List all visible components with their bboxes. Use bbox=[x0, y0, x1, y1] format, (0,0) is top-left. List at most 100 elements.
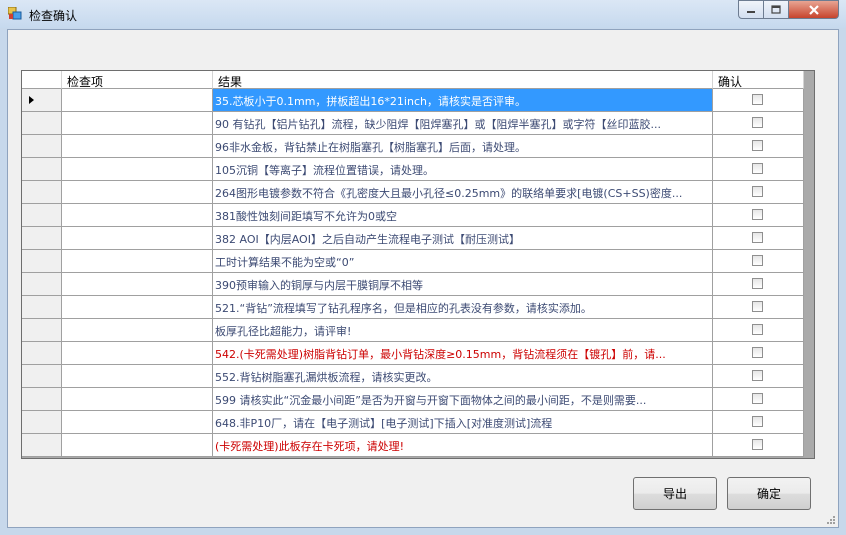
check-item-cell[interactable] bbox=[62, 227, 213, 250]
table-row[interactable]: 264图形电镀参数不符合《孔密度大且最小孔径≤0.25mm》的联络单要求[电镀(… bbox=[22, 181, 804, 204]
confirm-checkbox[interactable] bbox=[752, 416, 763, 427]
table-row[interactable]: 90 有钻孔【铝片钻孔】流程，缺少阻焊【阻焊塞孔】或【阻焊半塞孔】或字符【丝印蓝… bbox=[22, 112, 804, 135]
confirm-cell[interactable] bbox=[713, 388, 804, 411]
result-cell[interactable]: 390预审输入的铜厚与内层干膜铜厚不相等 bbox=[213, 273, 713, 296]
row-header[interactable] bbox=[22, 158, 62, 181]
confirm-cell[interactable] bbox=[713, 204, 804, 227]
confirm-checkbox[interactable] bbox=[752, 393, 763, 404]
confirm-cell[interactable] bbox=[713, 250, 804, 273]
row-header[interactable] bbox=[22, 434, 62, 457]
row-header[interactable] bbox=[22, 365, 62, 388]
table-row[interactable]: (卡死需处理)此板存在卡死项，请处理! bbox=[22, 434, 804, 457]
result-cell[interactable]: 96非水金板，背钻禁止在树脂塞孔【树脂塞孔】后面，请处理。 bbox=[213, 135, 713, 158]
column-header-confirm[interactable]: 确认 bbox=[713, 71, 804, 89]
result-cell[interactable]: 381酸性蚀刻间距填写不允许为0或空 bbox=[213, 204, 713, 227]
confirm-cell[interactable] bbox=[713, 227, 804, 250]
row-header[interactable] bbox=[22, 227, 62, 250]
check-item-cell[interactable] bbox=[62, 181, 213, 204]
confirm-cell[interactable] bbox=[713, 158, 804, 181]
confirm-checkbox[interactable] bbox=[752, 117, 763, 128]
result-cell[interactable]: 521.“背钻”流程填写了钻孔程序名，但是相应的孔表没有参数，请核实添加。 bbox=[213, 296, 713, 319]
check-item-cell[interactable] bbox=[62, 411, 213, 434]
confirm-checkbox[interactable] bbox=[752, 301, 763, 312]
title-bar[interactable]: 检查确认 bbox=[0, 0, 846, 28]
confirm-cell[interactable] bbox=[713, 112, 804, 135]
check-item-cell[interactable] bbox=[62, 319, 213, 342]
confirm-checkbox[interactable] bbox=[752, 255, 763, 266]
table-row[interactable]: 390预审输入的铜厚与内层干膜铜厚不相等 bbox=[22, 273, 804, 296]
check-item-cell[interactable] bbox=[62, 365, 213, 388]
result-cell[interactable]: 90 有钻孔【铝片钻孔】流程，缺少阻焊【阻焊塞孔】或【阻焊半塞孔】或字符【丝印蓝… bbox=[213, 112, 713, 135]
check-item-cell[interactable] bbox=[62, 342, 213, 365]
result-cell[interactable]: (卡死需处理)此板存在卡死项，请处理! bbox=[213, 434, 713, 457]
confirm-cell[interactable] bbox=[713, 365, 804, 388]
result-cell[interactable]: 35.芯板小于0.1mm，拼板超出16*21inch，请核实是否评审。 bbox=[213, 89, 713, 112]
row-header[interactable] bbox=[22, 112, 62, 135]
maximize-button[interactable] bbox=[763, 0, 789, 19]
check-item-cell[interactable] bbox=[62, 204, 213, 227]
confirm-checkbox[interactable] bbox=[752, 370, 763, 381]
table-row[interactable]: 648.非P10厂，请在【电子测试】[电子测试]下插入[对准度测试]流程 bbox=[22, 411, 804, 434]
row-header[interactable] bbox=[22, 342, 62, 365]
table-row[interactable]: 552.背钻树脂塞孔漏烘板流程，请核实更改。 bbox=[22, 365, 804, 388]
confirm-cell[interactable] bbox=[713, 319, 804, 342]
check-results-grid[interactable]: 检查项 结果 确认 35.芯板小于0.1mm，拼板超出16*21inch，请核实… bbox=[21, 70, 815, 459]
resize-grip-icon[interactable] bbox=[826, 515, 836, 525]
result-cell[interactable]: 599 请核实此“沉金最小间距”是否为开窗与开窗下面物体之间的最小间距，不是则需… bbox=[213, 388, 713, 411]
row-header[interactable] bbox=[22, 388, 62, 411]
minimize-button[interactable] bbox=[738, 0, 764, 19]
row-header[interactable] bbox=[22, 273, 62, 296]
check-item-cell[interactable] bbox=[62, 296, 213, 319]
confirm-checkbox[interactable] bbox=[752, 94, 763, 105]
result-cell[interactable]: 105沉铜【等离子】流程位置错误，请处理。 bbox=[213, 158, 713, 181]
table-row[interactable]: 381酸性蚀刻间距填写不允许为0或空 bbox=[22, 204, 804, 227]
confirm-checkbox[interactable] bbox=[752, 232, 763, 243]
confirm-cell[interactable] bbox=[713, 89, 804, 112]
column-header-result[interactable]: 结果 bbox=[213, 71, 713, 89]
row-header[interactable] bbox=[22, 181, 62, 204]
check-item-cell[interactable] bbox=[62, 89, 213, 112]
row-header[interactable] bbox=[22, 411, 62, 434]
row-header[interactable] bbox=[22, 135, 62, 158]
table-row[interactable]: 96非水金板，背钻禁止在树脂塞孔【树脂塞孔】后面，请处理。 bbox=[22, 135, 804, 158]
confirm-cell[interactable] bbox=[713, 181, 804, 204]
check-item-cell[interactable] bbox=[62, 135, 213, 158]
result-cell[interactable]: 382 AOI【内层AOI】之后自动产生流程电子测试【耐压测试】 bbox=[213, 227, 713, 250]
confirm-cell[interactable] bbox=[713, 273, 804, 296]
table-row[interactable]: 542.(卡死需处理)树脂背钻订单，最小背钻深度≥0.15mm，背钻流程须在【镀… bbox=[22, 342, 804, 365]
result-cell[interactable]: 648.非P10厂，请在【电子测试】[电子测试]下插入[对准度测试]流程 bbox=[213, 411, 713, 434]
column-header-check-item[interactable]: 检查项 bbox=[62, 71, 213, 89]
confirm-cell[interactable] bbox=[713, 135, 804, 158]
confirm-checkbox[interactable] bbox=[752, 439, 763, 450]
result-cell[interactable]: 264图形电镀参数不符合《孔密度大且最小孔径≤0.25mm》的联络单要求[电镀(… bbox=[213, 181, 713, 204]
result-cell[interactable]: 工时计算结果不能为空或“0” bbox=[213, 250, 713, 273]
check-item-cell[interactable] bbox=[62, 388, 213, 411]
confirm-checkbox[interactable] bbox=[752, 186, 763, 197]
confirm-checkbox[interactable] bbox=[752, 163, 763, 174]
row-header[interactable] bbox=[22, 89, 62, 112]
result-cell[interactable]: 542.(卡死需处理)树脂背钻订单，最小背钻深度≥0.15mm，背钻流程须在【镀… bbox=[213, 342, 713, 365]
close-button[interactable] bbox=[788, 0, 839, 19]
confirm-checkbox[interactable] bbox=[752, 209, 763, 220]
check-item-cell[interactable] bbox=[62, 273, 213, 296]
table-row[interactable]: 382 AOI【内层AOI】之后自动产生流程电子测试【耐压测试】 bbox=[22, 227, 804, 250]
confirm-checkbox[interactable] bbox=[752, 140, 763, 151]
row-header[interactable] bbox=[22, 296, 62, 319]
table-row[interactable]: 板厚孔径比超能力，请评审! bbox=[22, 319, 804, 342]
table-row[interactable]: 599 请核实此“沉金最小间距”是否为开窗与开窗下面物体之间的最小间距，不是则需… bbox=[22, 388, 804, 411]
check-item-cell[interactable] bbox=[62, 112, 213, 135]
row-header[interactable] bbox=[22, 319, 62, 342]
result-cell[interactable]: 552.背钻树脂塞孔漏烘板流程，请核实更改。 bbox=[213, 365, 713, 388]
confirm-cell[interactable] bbox=[713, 296, 804, 319]
confirm-checkbox[interactable] bbox=[752, 278, 763, 289]
check-item-cell[interactable] bbox=[62, 158, 213, 181]
check-item-cell[interactable] bbox=[62, 250, 213, 273]
row-header[interactable] bbox=[22, 250, 62, 273]
confirm-cell[interactable] bbox=[713, 411, 804, 434]
table-row[interactable]: 工时计算结果不能为空或“0” bbox=[22, 250, 804, 273]
table-row[interactable]: 105沉铜【等离子】流程位置错误，请处理。 bbox=[22, 158, 804, 181]
confirm-checkbox[interactable] bbox=[752, 324, 763, 335]
row-header[interactable] bbox=[22, 204, 62, 227]
check-item-cell[interactable] bbox=[62, 434, 213, 457]
export-button[interactable]: 导出 bbox=[633, 477, 717, 510]
